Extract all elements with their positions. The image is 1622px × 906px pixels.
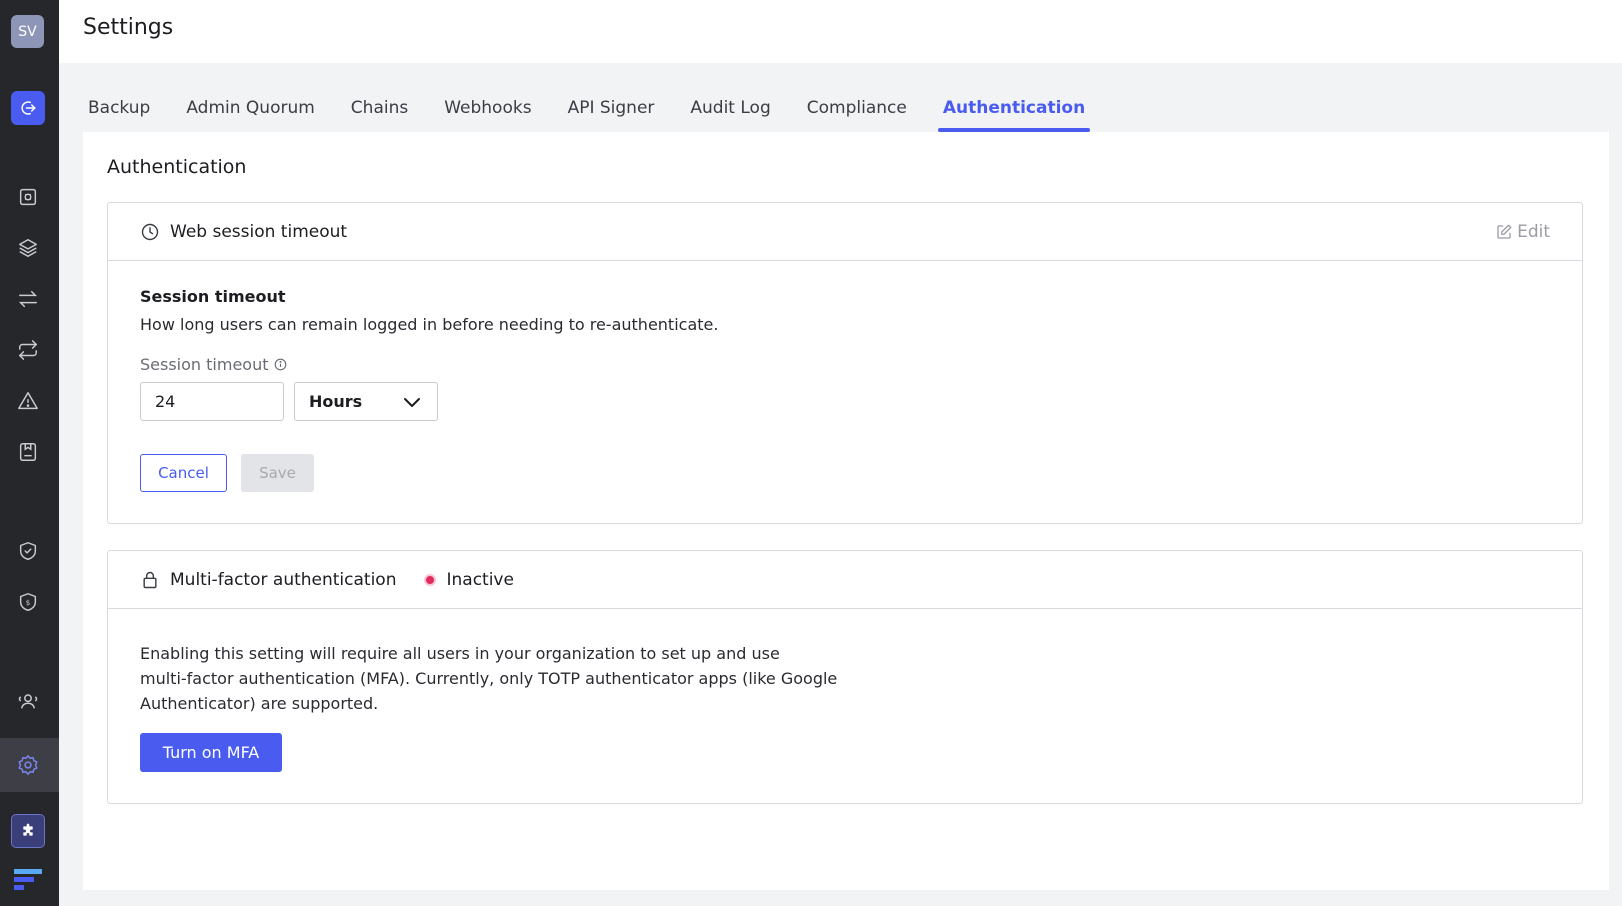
mfa-description: Enabling this setting will require all u…: [140, 641, 840, 716]
tab-webhooks[interactable]: Webhooks: [439, 92, 536, 132]
session-timeout-label-text: Session timeout: [140, 355, 269, 374]
turn-on-mfa-button[interactable]: Turn on MFA: [140, 733, 282, 772]
mfa-status-text: Inactive: [446, 569, 514, 590]
logout-button[interactable]: [11, 91, 45, 125]
alert-triangle-icon: [17, 390, 39, 412]
session-timeout-card-header: Web session timeout Edit: [108, 203, 1582, 261]
sidebar-item-users[interactable]: [11, 684, 45, 718]
status-dot: [424, 573, 437, 586]
sidebar-item-address-book[interactable]: [11, 435, 45, 469]
shield-check-icon: [17, 540, 39, 562]
logout-icon: [19, 99, 37, 117]
tab-api-signer[interactable]: API Signer: [563, 92, 660, 132]
session-timeout-unit-select[interactable]: Hours: [294, 382, 438, 421]
mfa-description-line: multi-factor authentication (MFA). Curre…: [140, 669, 838, 688]
page-title: Settings: [83, 15, 174, 40]
sidebar-item-policies[interactable]: [11, 534, 45, 568]
mfa-card: Multi-factor authentication Inactive Ena…: [107, 550, 1583, 804]
users-icon: [17, 690, 39, 712]
sidebar-item-assets[interactable]: [11, 231, 45, 265]
transfer-icon: [17, 288, 39, 310]
sidebar-item-recurring[interactable]: [11, 333, 45, 367]
tab-chains[interactable]: Chains: [346, 92, 413, 132]
brand-logo: [14, 868, 42, 892]
vault-icon: [17, 186, 39, 208]
sidebar-item-transfers[interactable]: [11, 282, 45, 316]
sidebar-item-alerts[interactable]: [11, 384, 45, 418]
session-timeout-card-title: Web session timeout: [170, 221, 348, 242]
page-header: Settings: [59, 0, 1622, 63]
tab-audit-log[interactable]: Audit Log: [685, 92, 775, 132]
svg-text:$: $: [26, 598, 31, 607]
mfa-card-header: Multi-factor authentication Inactive: [108, 551, 1582, 609]
puzzle-icon: [20, 823, 36, 839]
settings-gear-icon: [17, 754, 39, 776]
mfa-description-line: Enabling this setting will require all u…: [140, 644, 780, 663]
tab-admin-quorum[interactable]: Admin Quorum: [181, 92, 319, 132]
sidebar-item-vaults[interactable]: [11, 180, 45, 214]
sidebar-item-spend-limits[interactable]: $: [11, 585, 45, 619]
settings-tabs: Backup Admin Quorum Chains Webhooks API …: [83, 92, 1116, 132]
session-timeout-label: Session timeout: [140, 355, 287, 374]
edit-button[interactable]: Edit: [1495, 222, 1550, 242]
edit-icon: [1495, 223, 1517, 241]
mfa-card-title: Multi-factor authentication: [170, 569, 397, 590]
session-timeout-heading: Session timeout: [140, 287, 286, 306]
mfa-status-badge: Inactive: [424, 569, 514, 590]
repeat-icon: [17, 339, 39, 361]
sidebar-item-settings[interactable]: [11, 748, 45, 782]
session-timeout-input[interactable]: [140, 382, 284, 421]
section-title: Authentication: [107, 156, 247, 178]
cancel-button[interactable]: Cancel: [140, 454, 227, 492]
layers-icon: [17, 237, 39, 259]
sidebar-item-integrations[interactable]: [11, 814, 45, 848]
session-timeout-unit-value: Hours: [309, 392, 363, 411]
clock-icon: [140, 222, 160, 242]
avatar[interactable]: SV: [11, 15, 44, 48]
tab-compliance[interactable]: Compliance: [802, 92, 912, 132]
lock-icon: [140, 570, 160, 590]
tab-backup[interactable]: Backup: [83, 92, 155, 132]
tab-authentication[interactable]: Authentication: [937, 92, 1091, 132]
edit-label: Edit: [1517, 222, 1550, 242]
settings-panel: Authentication Web session timeout Edit …: [83, 132, 1609, 890]
save-button[interactable]: Save: [241, 454, 314, 492]
session-timeout-description: How long users can remain logged in befo…: [140, 315, 719, 334]
address-book-icon: [17, 441, 39, 463]
shield-dollar-icon: $: [17, 591, 39, 613]
info-icon[interactable]: [268, 358, 287, 371]
mfa-description-line: Authenticator) are supported.: [140, 694, 379, 713]
session-timeout-card: Web session timeout Edit Session timeout…: [107, 202, 1583, 524]
sidebar: SV $: [0, 0, 59, 906]
